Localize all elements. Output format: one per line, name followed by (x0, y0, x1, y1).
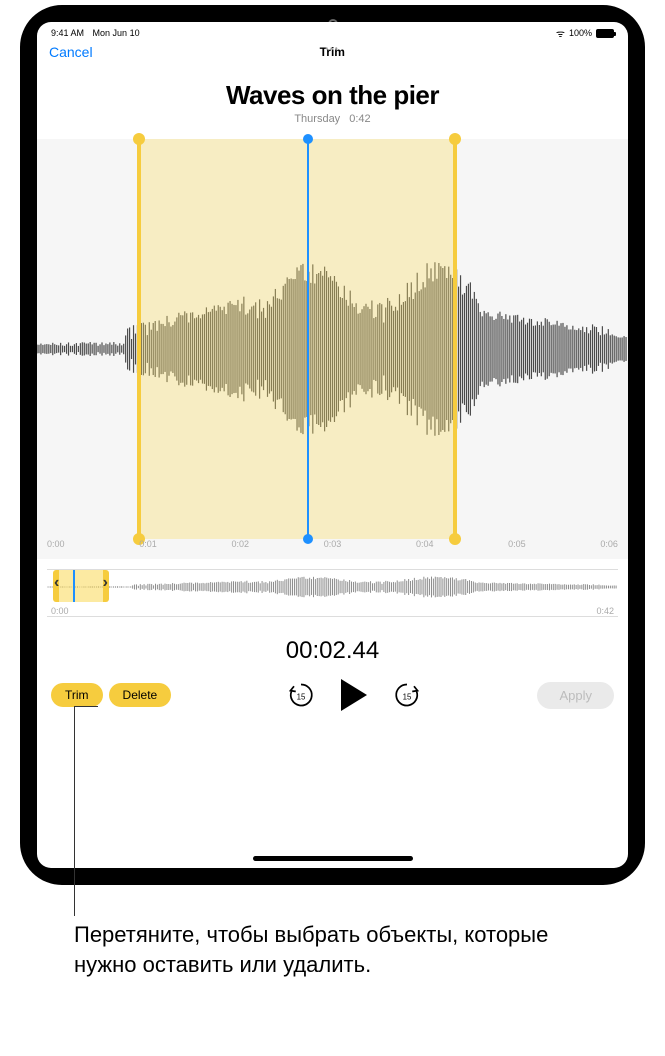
status-right: ᯤ 100% (556, 26, 614, 40)
svg-text:15: 15 (403, 692, 412, 701)
tick: 0:06 (600, 539, 618, 559)
overview-strip[interactable]: 0:00 0:42 (47, 569, 618, 617)
overview-selection[interactable] (53, 570, 109, 602)
screen: 9:41 AM Mon Jun 10 ᯤ 100% ••• Cancel Tri… (37, 22, 628, 868)
apply-button[interactable]: Apply (537, 682, 614, 709)
callout-leader (74, 706, 75, 916)
play-button[interactable] (341, 679, 367, 711)
callout-text: Перетяните, чтобы выбрать объекты, котор… (74, 920, 594, 979)
current-time: 00:02.44 (37, 637, 628, 665)
status-left: 9:41 AM Mon Jun 10 (51, 28, 146, 38)
status-bar: 9:41 AM Mon Jun 10 ᯤ 100% (37, 22, 628, 40)
wifi-icon: ᯤ (556, 26, 565, 40)
tick: 0:00 (47, 539, 65, 559)
waveform-area[interactable]: 0:00 0:01 0:02 0:03 0:04 0:05 0:06 (37, 139, 628, 559)
skip-back-button[interactable]: 15 (285, 679, 317, 711)
battery-icon (596, 29, 614, 38)
svg-text:15: 15 (297, 692, 306, 701)
controls: Trim Delete 15 15 Apply (37, 665, 628, 711)
recording-title: Waves on the pier (37, 80, 628, 111)
recording-duration: 0:42 (349, 113, 370, 125)
overview-start: 0:00 (51, 606, 69, 616)
tick: 0:05 (508, 539, 526, 559)
trim-button[interactable]: Trim (51, 683, 103, 707)
recording-header: Waves on the pier Thursday 0:42 (37, 80, 628, 125)
overview-waveform (47, 574, 618, 600)
tick: 0:01 (139, 539, 157, 559)
overview-end: 0:42 (596, 606, 614, 616)
tick: 0:04 (416, 539, 434, 559)
trim-selection[interactable] (137, 139, 457, 539)
tick: 0:03 (324, 539, 342, 559)
trim-handle-end-top[interactable] (449, 133, 461, 145)
playhead[interactable] (307, 139, 309, 539)
tick: 0:02 (231, 539, 249, 559)
status-date: Mon Jun 10 (93, 28, 140, 38)
recording-day: Thursday (294, 113, 340, 125)
time-ticks: 0:00 0:01 0:02 0:03 0:04 0:05 0:06 (37, 539, 628, 559)
cancel-button[interactable]: Cancel (49, 44, 93, 60)
skip-forward-button[interactable]: 15 (391, 679, 423, 711)
battery-percent: 100% (569, 28, 592, 38)
ipad-frame: 9:41 AM Mon Jun 10 ᯤ 100% ••• Cancel Tri… (20, 5, 645, 885)
home-indicator[interactable] (253, 856, 413, 861)
delete-button[interactable]: Delete (109, 683, 172, 707)
overview-playhead[interactable] (73, 570, 75, 602)
trim-handle-start-top[interactable] (133, 133, 145, 145)
status-time: 9:41 AM (51, 28, 84, 38)
multitask-icon[interactable]: ••• (325, 44, 339, 53)
